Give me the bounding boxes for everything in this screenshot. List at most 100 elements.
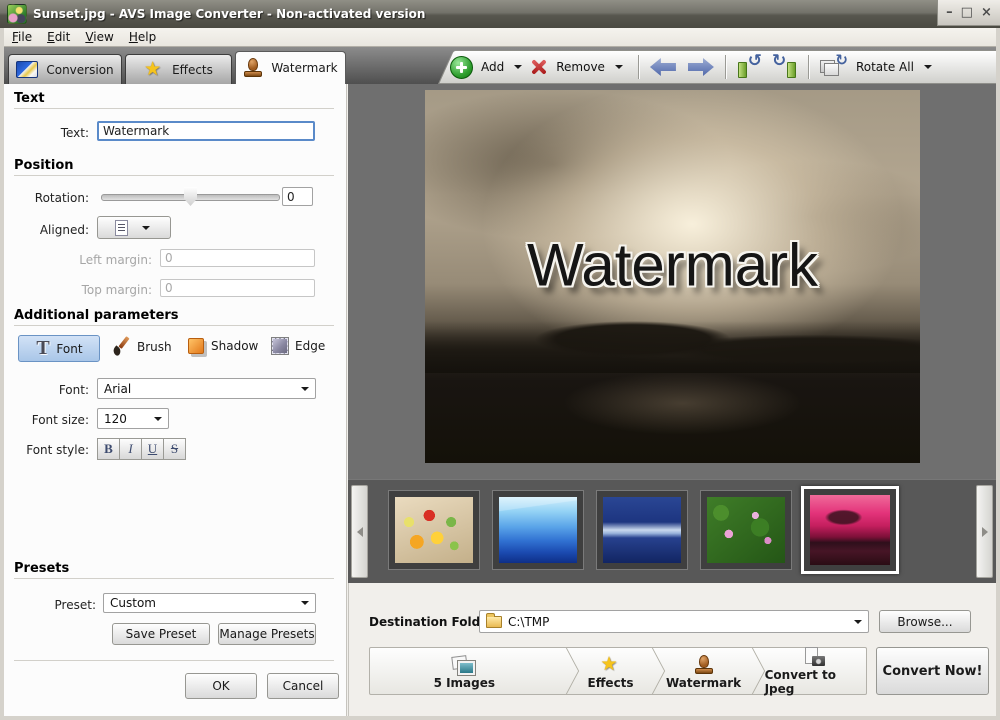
thumbnails-scroll-left-button[interactable] [351,485,368,578]
font-size-dropdown[interactable]: 120 [97,408,169,429]
save-preset-button[interactable]: Save Preset [112,623,210,645]
underline-button[interactable]: U [141,438,164,460]
brush-icon [110,336,130,358]
rotate-all-dropdown-icon[interactable] [924,65,932,69]
rotate-right-icon[interactable] [772,55,797,79]
star-icon [601,655,621,675]
destination-folder-combobox[interactable]: C:\TMP [479,610,869,633]
camera-doc-icon [803,647,825,667]
menu-help[interactable]: Help [123,29,165,46]
remove-button[interactable]: Remove [556,60,605,74]
folder-icon [486,616,502,628]
tab-watermark[interactable]: Watermark [235,51,346,84]
strikethrough-button[interactable]: S [163,438,186,460]
rotation-label: Rotation: [4,191,89,205]
thumbnail-fruits[interactable] [388,490,480,570]
font-button-label: Font [56,342,82,356]
rotate-left-icon[interactable] [737,55,762,79]
maximize-button[interactable]: □ [961,6,973,19]
font-size-label: Font size: [4,413,89,427]
previous-arrow-icon[interactable] [650,58,676,76]
position-section-title: Position [14,158,74,173]
add-plus-icon[interactable] [450,56,473,79]
toolbar-separator [638,55,639,79]
aligned-dropdown[interactable] [97,216,171,239]
step-watermark-label: Watermark [666,676,741,690]
window-controls: – □ × [937,0,1000,26]
next-arrow-icon[interactable] [688,58,714,76]
brush-parameters-button[interactable]: Brush [110,336,172,358]
thumbnail-water-lilies[interactable] [700,490,792,570]
rotate-all-icon[interactable] [820,56,846,79]
water-lilies-image [707,497,785,563]
remove-dropdown-icon[interactable] [615,65,623,69]
main-toolbar: Add Remove Rotate All [428,50,996,84]
menu-edit[interactable]: Edit [41,29,79,46]
rotation-slider-thumb[interactable] [184,187,197,206]
aligned-dropdown-icon [142,226,150,230]
rotate-all-button[interactable]: Rotate All [856,60,914,74]
edge-parameters-button[interactable]: Edge [272,338,325,354]
rotation-slider[interactable] [101,194,280,201]
preset-dropdown[interactable]: Custom [103,593,316,613]
add-dropdown-icon[interactable] [514,65,522,69]
divider [14,175,334,176]
divider [14,660,334,661]
minimize-button[interactable]: – [946,6,953,19]
add-button[interactable]: Add [481,60,504,74]
shadow-parameters-button[interactable]: Shadow [188,338,258,354]
brush-button-label: Brush [137,340,172,354]
edge-icon [272,338,288,354]
top-margin-label: Top margin: [4,283,152,297]
italic-button[interactable]: I [119,438,142,460]
toolbar-separator [808,55,809,79]
font-family-dropdown[interactable]: Arial [97,378,316,399]
pink-sunset-image [810,495,890,565]
preset-dropdown-icon [301,601,309,605]
manage-presets-button[interactable]: Manage Presets [218,623,316,645]
ok-button[interactable]: OK [185,673,257,699]
tab-effects[interactable]: Effects [125,54,232,84]
cancel-button[interactable]: Cancel [267,673,339,699]
watermark-settings-panel: Text Text: Position Rotation: Aligned: L… [4,84,347,716]
watermark-text-input[interactable] [97,121,315,141]
convert-now-button[interactable]: Convert Now! [876,647,989,695]
rotation-value-input[interactable] [282,187,313,206]
left-margin-input[interactable] [160,249,315,267]
preset-label: Preset: [4,598,96,612]
font-dropdown-icon [301,387,309,391]
bold-button[interactable]: B [97,438,120,460]
tab-watermark-label: Watermark [271,61,337,75]
font-parameters-button[interactable]: Font [18,335,100,362]
thumbnails-scroll-right-button[interactable] [976,485,993,578]
top-margin-input[interactable] [160,279,315,297]
presets-section-title: Presets [14,561,69,576]
scroll-left-icon [357,527,363,537]
close-button[interactable]: × [981,6,992,19]
menu-view[interactable]: View [79,29,122,46]
preview-area: Watermark [348,84,996,479]
left-margin-label: Left margin: [4,253,152,267]
step-effects[interactable]: Effects [577,648,645,694]
browse-button[interactable]: Browse... [879,610,971,633]
text-label: Text: [4,126,89,140]
conversion-steps-bar: 5 Images Effects Watermark Convert to Jp… [369,647,867,695]
step-watermark[interactable]: Watermark [663,648,745,694]
watermark-overlay-text[interactable]: Watermark [527,231,818,300]
step-images[interactable]: 5 Images [370,648,559,694]
title-bar: Sunset.jpg - AVS Image Converter - Non-a… [0,0,1000,29]
step-convert-format[interactable]: Convert to Jpeg [763,648,866,694]
font-size-value: 120 [104,412,127,426]
thumbnail-pink-sunset-selected[interactable] [801,486,899,574]
tab-conversion[interactable]: Conversion [8,54,122,84]
star-icon [144,60,164,80]
shadow-icon [188,338,204,354]
thumbnail-blue-mountains[interactable] [492,490,584,570]
additional-parameters-title: Additional parameters [14,308,179,323]
window-frame-edge [0,716,1000,720]
remove-x-icon[interactable] [530,58,548,76]
blue-mountains-image [499,497,577,563]
text-section-title: Text [14,91,45,106]
menu-file[interactable]: File [6,29,41,46]
thumbnail-frosty-forest[interactable] [596,490,688,570]
